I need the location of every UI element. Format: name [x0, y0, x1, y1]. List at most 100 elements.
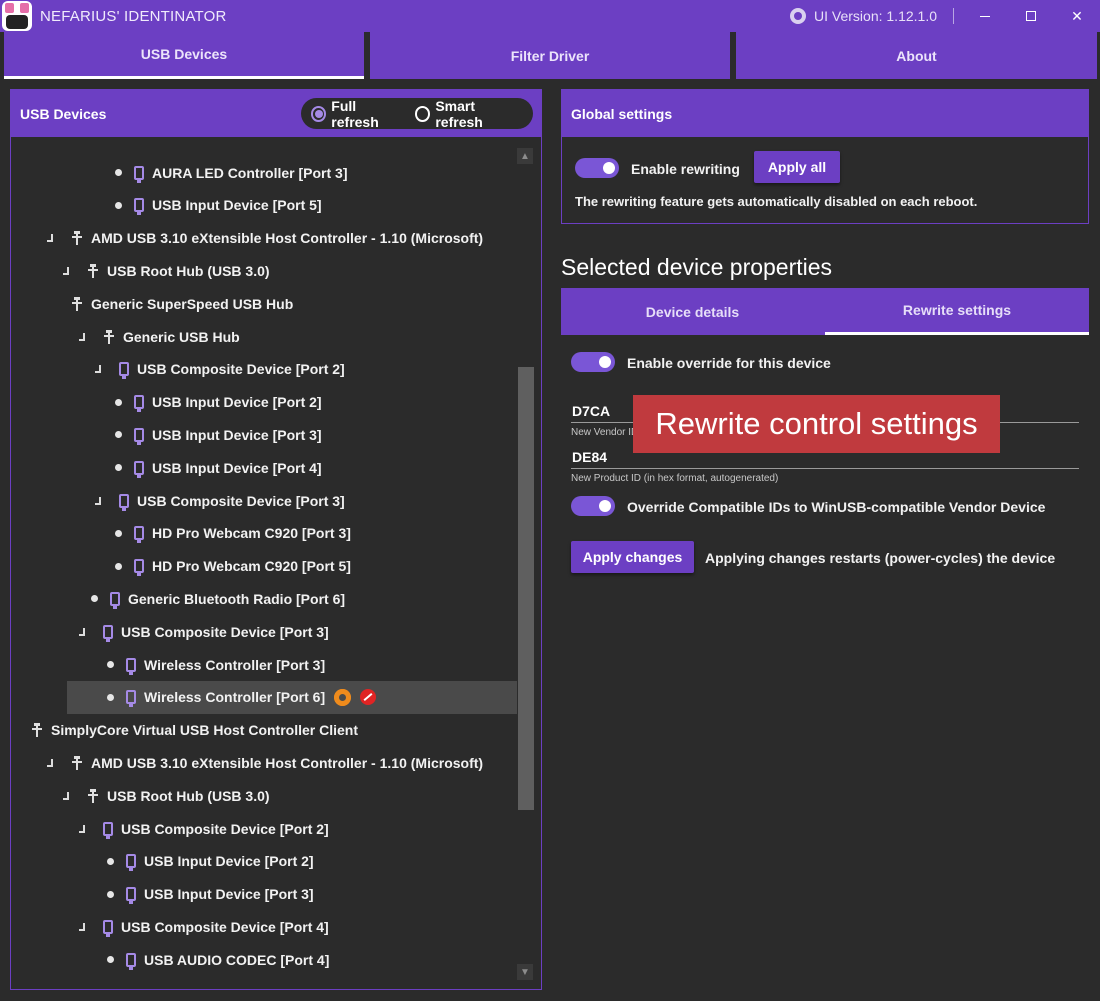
tab-device-details[interactable]: Device details	[561, 288, 824, 335]
tree-row[interactable]: Wireless Controller [Port 3]	[11, 648, 517, 681]
tree-row[interactable]: HD Pro Webcam C920 [Port 3]	[11, 517, 517, 550]
smart-refresh-radio[interactable]	[415, 105, 431, 122]
full-refresh-label[interactable]: Full refresh	[331, 98, 403, 130]
tree-row[interactable]: USB Input Device [Port 3]	[11, 418, 517, 451]
product-id-underline	[571, 468, 1079, 469]
tree-row-label: USB Input Device [Port 3]	[144, 886, 314, 903]
tree-row[interactable]: Generic Bluetooth Radio [Port 6]	[11, 582, 517, 615]
tree-row[interactable]: USB Input Device [Port 5]	[11, 189, 517, 222]
vendor-id-field[interactable]: D7CA	[572, 403, 610, 419]
tree-row[interactable]: USB Root Hub (USB 3.0)	[11, 779, 517, 812]
tree-row[interactable]: USB Composite Device [Port 2]	[11, 812, 517, 845]
tree-expander-icon[interactable]	[79, 625, 93, 639]
close-button[interactable]: ✕	[1054, 0, 1100, 32]
tree-expander-icon[interactable]	[95, 362, 109, 376]
device-icon	[103, 624, 113, 642]
minimize-button[interactable]	[962, 0, 1008, 32]
tree-row-label: USB AUDIO CODEC [Port 4]	[144, 951, 330, 968]
scroll-thumb[interactable]	[518, 367, 534, 810]
tree-bullet-icon	[115, 464, 122, 472]
apply-changes-button[interactable]: Apply changes	[571, 541, 694, 573]
enable-rewriting-label: Enable rewriting	[631, 161, 740, 177]
rewriting-note: The rewriting feature gets automatically…	[575, 194, 978, 209]
tree-expander-icon[interactable]	[63, 789, 77, 803]
tree-row-label: USB Input Device [Port 2]	[152, 394, 322, 411]
global-settings-header: Global settings	[562, 90, 1088, 137]
title-separator	[953, 8, 954, 24]
tree-row-label: HD Pro Webcam C920 [Port 3]	[152, 525, 351, 542]
tree-row[interactable]: USB Input Device [Port 2]	[11, 845, 517, 878]
tree-row-label: USB Composite Device [Port 2]	[137, 361, 345, 378]
tree-expander-icon[interactable]	[47, 231, 61, 245]
tree-row[interactable]: AMD USB 3.10 eXtensible Host Controller …	[11, 222, 517, 255]
tree-row[interactable]: USB AUDIO CODEC [Port 4]	[11, 943, 517, 976]
tree-row[interactable]: USB Input Device [Port 2]	[11, 386, 517, 419]
maximize-button[interactable]	[1008, 0, 1054, 32]
version-info: UI Version: 1.12.1.0	[790, 0, 954, 32]
apply-all-button[interactable]: Apply all	[754, 151, 840, 183]
device-icon	[134, 526, 144, 544]
gear-icon	[334, 688, 352, 706]
tab-usb-devices[interactable]: USB Devices	[4, 32, 364, 79]
tree-expander-icon[interactable]	[47, 756, 61, 770]
tree-expander-icon[interactable]	[79, 822, 93, 836]
tree-row-label: SimplyCore Virtual USB Host Controller C…	[51, 722, 359, 739]
tree-row[interactable]: SimplyCore Virtual USB Host Controller C…	[11, 714, 517, 747]
tree-row[interactable]: Wireless Controller [Port 6]	[11, 680, 517, 714]
usb-icon	[71, 296, 83, 311]
smart-refresh-label[interactable]: Smart refresh	[435, 98, 521, 130]
tree-bullet-icon	[107, 890, 114, 898]
tree-row[interactable]: USB Composite Device [Port 3]	[11, 484, 517, 517]
device-properties-tabs: Device details Rewrite settings	[561, 288, 1089, 335]
tree-row-label: AMD USB 3.10 eXtensible Host Controller …	[91, 754, 484, 771]
tree-row[interactable]: USB Input Device [Port 3]	[11, 878, 517, 911]
usb-icon	[103, 329, 115, 344]
tree-row-label: AMD USB 3.10 eXtensible Host Controller …	[91, 230, 484, 247]
enable-override-toggle[interactable]	[571, 352, 615, 372]
tree-bullet-icon	[115, 431, 122, 439]
tree-row-label: USB Input Device [Port 2]	[144, 853, 314, 870]
tree-bullet-icon	[107, 956, 114, 964]
github-icon[interactable]	[790, 8, 807, 24]
scroll-down-icon[interactable]: ▼	[517, 964, 533, 980]
app-title: NEFARIUS' IDENTINATOR	[40, 7, 227, 25]
tree-row[interactable]: USB Root Hub (USB 3.0)	[11, 254, 517, 287]
tab-filter-driver[interactable]: Filter Driver	[370, 32, 730, 79]
refresh-mode-group: Full refresh Smart refresh	[301, 98, 533, 130]
tree-expander-icon[interactable]	[95, 494, 109, 508]
tree-bullet-icon	[107, 857, 114, 865]
device-icon	[103, 919, 113, 937]
tree-expander-icon[interactable]	[63, 264, 77, 278]
tab-about[interactable]: About	[736, 32, 1097, 79]
product-id-field[interactable]: DE84	[572, 449, 607, 465]
tree-row-label: USB Input Device [Port 3]	[152, 426, 322, 443]
tree-row[interactable]: Generic USB Hub	[11, 320, 517, 353]
device-icon	[126, 657, 136, 675]
device-icon	[119, 493, 129, 511]
tree-row[interactable]: HD Pro Webcam C920 [Port 5]	[11, 550, 517, 583]
tree-bullet-icon	[107, 693, 114, 701]
tree-row[interactable]: Generic SuperSpeed USB Hub	[11, 287, 517, 320]
override-compat-toggle[interactable]	[571, 496, 615, 516]
usb-devices-header: USB Devices Full refresh Smart refresh	[11, 90, 541, 137]
full-refresh-radio[interactable]	[311, 105, 327, 122]
override-compat-label: Override Compatible IDs to WinUSB-compat…	[627, 499, 1046, 515]
tree-row[interactable]: AURA LED Controller [Port 3]	[11, 156, 517, 189]
tree-row[interactable]: USB Input Device [Port 4]	[11, 451, 517, 484]
usb-icon	[87, 263, 99, 278]
tree-expander-icon[interactable]	[79, 330, 93, 344]
enable-override-label: Enable override for this device	[627, 355, 831, 371]
tree-row[interactable]: AMD USB 3.10 eXtensible Host Controller …	[11, 746, 517, 779]
tree-row[interactable]: USB Composite Device [Port 3]	[11, 615, 517, 648]
tree-row-label: USB Root Hub (USB 3.0)	[107, 262, 270, 279]
usb-icon	[87, 788, 99, 803]
scroll-up-icon[interactable]: ▲	[517, 148, 533, 164]
window-controls: ✕	[962, 0, 1100, 32]
tree-expander-icon[interactable]	[79, 920, 93, 934]
tree-scrollbar[interactable]: ▲ ▼	[517, 145, 534, 983]
tree-row[interactable]: USB Composite Device [Port 2]	[11, 353, 517, 386]
tree-row[interactable]: USB Composite Device [Port 4]	[11, 910, 517, 943]
enable-rewriting-toggle[interactable]	[575, 158, 619, 178]
tree-row-label: HD Pro Webcam C920 [Port 5]	[152, 558, 351, 575]
tab-rewrite-settings[interactable]: Rewrite settings	[825, 288, 1089, 335]
